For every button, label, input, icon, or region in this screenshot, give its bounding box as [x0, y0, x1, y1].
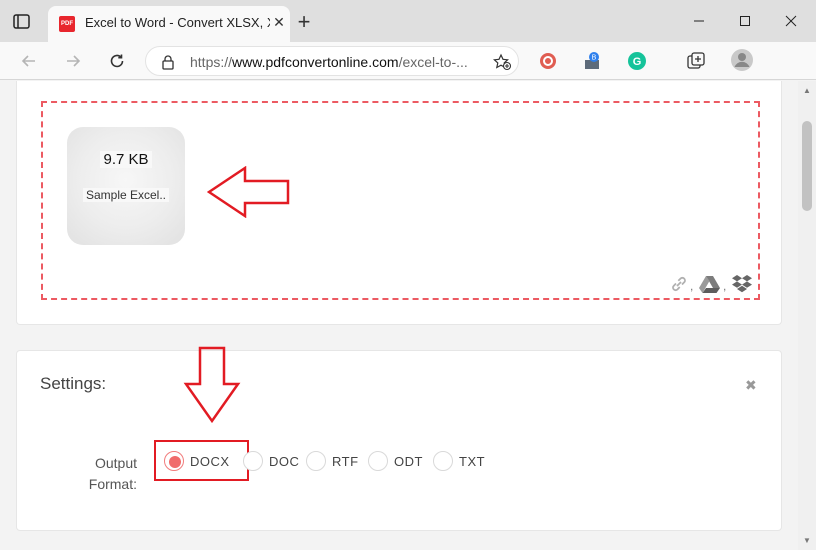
settings-close-icon[interactable]: ✖: [745, 377, 757, 394]
format-option-rtf[interactable]: RTF: [306, 450, 359, 472]
refresh-icon[interactable]: [106, 50, 128, 72]
favicon-icon: PDF: [59, 16, 75, 32]
annotation-arrow-left: [207, 166, 290, 218]
extension-badge-icon[interactable]: B: [582, 51, 602, 71]
grammarly-icon[interactable]: G: [627, 51, 647, 71]
scroll-thumb[interactable]: [802, 121, 812, 211]
address-bar[interactable]: https://www.pdfconvertonline.com/excel-t…: [145, 46, 519, 76]
dropbox-icon[interactable]: [731, 273, 753, 300]
page-viewport: 9.7 KB Sample Excel.. , , Settings: ✖ Ou…: [0, 81, 798, 550]
format-option-txt[interactable]: TXT: [433, 450, 485, 472]
extension-red-icon[interactable]: [538, 51, 558, 71]
link-icon[interactable]: [669, 274, 689, 299]
svg-text:G: G: [633, 56, 642, 68]
source-icons: , ,: [669, 273, 759, 295]
format-option-docx[interactable]: DOCX: [164, 450, 230, 472]
new-tab-button[interactable]: +: [292, 10, 316, 34]
maximize-icon[interactable]: [722, 6, 768, 36]
annotation-arrow-down: [183, 346, 241, 424]
profile-icon[interactable]: [730, 48, 754, 72]
browser-tab[interactable]: PDF Excel to Word - Convert XLSX, XLS ✕: [48, 6, 290, 42]
output-format-label: Output Format:: [88, 455, 137, 492]
browser-toolbar: https://www.pdfconvertonline.com/excel-t…: [0, 42, 816, 80]
file-dropzone[interactable]: 9.7 KB Sample Excel.. , ,: [41, 101, 760, 300]
minimize-icon[interactable]: [676, 6, 722, 36]
tab-actions-icon[interactable]: [12, 13, 32, 31]
radio-icon[interactable]: [368, 451, 388, 471]
forward-icon[interactable]: [62, 50, 84, 72]
tab-close-icon[interactable]: ✕: [270, 13, 288, 31]
back-icon[interactable]: [18, 50, 40, 72]
scrollbar[interactable]: ▲ ▼: [798, 81, 816, 550]
format-option-odt[interactable]: ODT: [368, 450, 423, 472]
svg-text:B: B: [592, 55, 597, 62]
title-bar: PDF Excel to Word - Convert XLSX, XLS ✕ …: [0, 0, 816, 42]
url-text: https://www.pdfconvertonline.com/excel-t…: [190, 54, 468, 70]
file-size: 9.7 KB: [67, 151, 185, 168]
scroll-down-icon[interactable]: ▼: [803, 536, 811, 545]
separator: ,: [690, 279, 694, 293]
radio-selected-icon[interactable]: [164, 451, 184, 471]
favorite-add-icon[interactable]: [492, 53, 512, 76]
separator: ,: [723, 279, 727, 293]
format-option-doc[interactable]: DOC: [243, 450, 299, 472]
lock-icon[interactable]: [161, 54, 175, 75]
upload-card: 9.7 KB Sample Excel.. , ,: [16, 81, 782, 325]
scroll-up-icon[interactable]: ▲: [803, 86, 811, 95]
tab-title: Excel to Word - Convert XLSX, XLS: [85, 15, 281, 30]
collections-icon[interactable]: [686, 51, 706, 71]
radio-icon[interactable]: [243, 451, 263, 471]
radio-icon[interactable]: [433, 451, 453, 471]
radio-icon[interactable]: [306, 451, 326, 471]
settings-title: Settings:: [40, 374, 107, 393]
settings-card: Settings: ✖ Output Format: DOCX DOC RTF …: [16, 346, 782, 531]
close-icon[interactable]: [768, 6, 814, 36]
file-name: Sample Excel..: [67, 188, 185, 202]
google-drive-icon[interactable]: [698, 274, 722, 299]
file-thumbnail[interactable]: 9.7 KB Sample Excel..: [67, 127, 185, 245]
